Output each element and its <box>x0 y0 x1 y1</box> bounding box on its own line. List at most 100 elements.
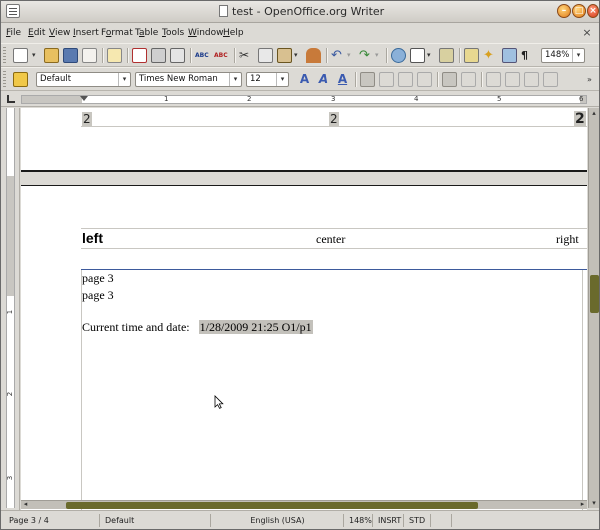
title-bar[interactable]: test - OpenOffice.org Writer – □ × <box>1 1 599 23</box>
footer-page-number-field[interactable]: 2 <box>82 112 92 126</box>
increase-indent-icon[interactable] <box>505 72 520 87</box>
horizontal-ruler[interactable]: 1 2 3 4 5 6 <box>1 92 599 107</box>
previous-page-footer[interactable]: 2 2 2 <box>21 108 587 173</box>
menu-tools[interactable]: Tools <box>162 28 184 38</box>
scroll-right-icon[interactable]: ▸ <box>578 500 587 509</box>
copy-icon[interactable] <box>258 48 273 63</box>
email-icon[interactable] <box>82 48 97 63</box>
paste-dropdown-icon[interactable]: ▾ <box>294 48 302 63</box>
table-icon[interactable] <box>410 48 425 63</box>
vertical-ruler-margin <box>7 176 14 296</box>
close-button[interactable]: × <box>587 4 599 18</box>
maximize-button[interactable]: □ <box>572 4 586 18</box>
show-draw-functions-icon[interactable] <box>439 48 454 63</box>
body-paragraph[interactable]: Current time and date: 1/28/2009 21:25 O… <box>82 320 313 335</box>
ruler-track[interactable]: 1 2 3 4 5 6 <box>21 95 587 104</box>
header-left-text[interactable]: left <box>82 230 103 246</box>
align-left-icon[interactable] <box>360 72 375 87</box>
menu-insert[interactable]: Insert <box>73 28 99 38</box>
status-signature[interactable] <box>453 514 599 527</box>
status-insert-mode[interactable]: INSRT <box>374 514 404 527</box>
header-right-text[interactable]: right <box>556 232 579 247</box>
scroll-left-icon[interactable]: ◂ <box>21 500 30 509</box>
menu-file[interactable]: File <box>6 28 21 38</box>
zoom-combo[interactable]: 148% ▾ <box>541 48 585 63</box>
decrease-indent-icon[interactable] <box>486 72 501 87</box>
bold-icon[interactable]: A <box>297 72 312 87</box>
format-paintbrush-icon[interactable] <box>306 48 321 63</box>
undo-icon[interactable]: ↶ <box>331 48 346 63</box>
tab-type-icon[interactable] <box>7 95 15 103</box>
vertical-scroll-thumb[interactable] <box>590 275 599 313</box>
status-selection-mode[interactable]: STD <box>405 514 431 527</box>
menu-table[interactable]: Table <box>135 28 158 38</box>
print-icon[interactable] <box>151 48 166 63</box>
align-center-icon[interactable] <box>379 72 394 87</box>
underline-icon[interactable]: A <box>335 72 350 87</box>
horizontal-scrollbar[interactable]: ◂ ▸ <box>21 500 587 509</box>
navigator-icon[interactable]: ✦ <box>483 48 498 63</box>
status-page-style[interactable]: Default <box>101 514 211 527</box>
body-paragraph[interactable]: page 3 <box>82 288 114 303</box>
horizontal-scroll-thumb[interactable] <box>66 502 478 509</box>
styles-formatting-icon[interactable] <box>13 72 28 87</box>
font-name-combo[interactable]: Times New Roman ▾ <box>135 72 242 87</box>
redo-icon[interactable]: ↷ <box>359 48 374 63</box>
body-paragraph[interactable]: page 3 <box>82 271 114 286</box>
hyperlink-icon[interactable] <box>391 48 406 63</box>
gallery-icon[interactable] <box>502 48 517 63</box>
scroll-down-icon[interactable]: ▾ <box>589 498 599 508</box>
menu-edit[interactable]: Edit <box>28 28 45 38</box>
status-page[interactable]: Page 3 / 4 <box>5 514 100 527</box>
close-document-icon[interactable]: × <box>581 27 593 39</box>
numbering-icon[interactable] <box>442 72 457 87</box>
status-zoom[interactable]: 148% <box>345 514 373 527</box>
cut-icon[interactable]: ✂ <box>239 48 254 63</box>
paste-icon[interactable] <box>277 48 292 63</box>
toolbar-grip[interactable] <box>3 71 6 88</box>
export-pdf-icon[interactable] <box>132 48 147 63</box>
vertical-ruler[interactable]: 1 2 3 <box>1 108 20 511</box>
header-center-text[interactable]: center <box>316 232 345 247</box>
document-canvas[interactable]: 2 2 2 left center right page 3 page 3 Cu… <box>21 108 587 511</box>
undo-dropdown-icon[interactable]: ▾ <box>347 48 355 63</box>
edit-file-icon[interactable] <box>107 48 122 63</box>
page-preview-icon[interactable] <box>170 48 185 63</box>
toolbar-overflow-icon[interactable]: » <box>587 72 595 87</box>
font-size-combo[interactable]: 12 ▾ <box>246 72 289 87</box>
save-icon[interactable] <box>63 48 78 63</box>
menu-view[interactable]: View <box>49 28 70 38</box>
vertical-scrollbar[interactable]: ▴ ▾ <box>588 108 599 508</box>
autospellcheck-icon[interactable]: ABC <box>214 48 229 63</box>
text-boundary <box>582 270 583 511</box>
window-menu-icon[interactable] <box>6 4 20 18</box>
new-dropdown-icon[interactable]: ▾ <box>32 48 40 63</box>
spellcheck-icon[interactable]: ABC <box>195 48 210 63</box>
menu-format[interactable]: Format <box>101 28 133 38</box>
new-document-icon[interactable] <box>13 48 28 63</box>
indent-marker-icon[interactable] <box>80 96 88 101</box>
align-right-icon[interactable] <box>398 72 413 87</box>
font-color-icon[interactable] <box>524 72 539 87</box>
paragraph-style-combo[interactable]: Default ▾ <box>36 72 131 87</box>
scroll-up-icon[interactable]: ▴ <box>589 108 599 118</box>
footer-page-number-field[interactable]: 2 <box>329 112 339 126</box>
justify-icon[interactable] <box>417 72 432 87</box>
vertical-ruler-track[interactable]: 1 2 3 <box>6 108 15 508</box>
redo-dropdown-icon[interactable]: ▾ <box>375 48 383 63</box>
bullets-icon[interactable] <box>461 72 476 87</box>
status-language[interactable]: English (USA) <box>212 514 344 527</box>
footer-page-number-field[interactable]: 2 <box>574 111 586 127</box>
menu-help[interactable]: Help <box>223 28 244 38</box>
italic-icon[interactable]: A <box>316 72 331 87</box>
table-dropdown-icon[interactable]: ▾ <box>427 48 435 63</box>
open-icon[interactable] <box>44 48 59 63</box>
menu-window[interactable]: Window <box>188 28 224 38</box>
status-modified[interactable] <box>432 514 452 527</box>
highlight-icon[interactable] <box>543 72 558 87</box>
nonprinting-chars-icon[interactable]: ¶ <box>521 48 536 63</box>
datetime-field[interactable]: 1/28/2009 21:25 O1/p1 <box>198 320 313 334</box>
find-replace-icon[interactable] <box>464 48 479 63</box>
minimize-button[interactable]: – <box>557 4 571 18</box>
toolbar-grip[interactable] <box>3 47 6 64</box>
